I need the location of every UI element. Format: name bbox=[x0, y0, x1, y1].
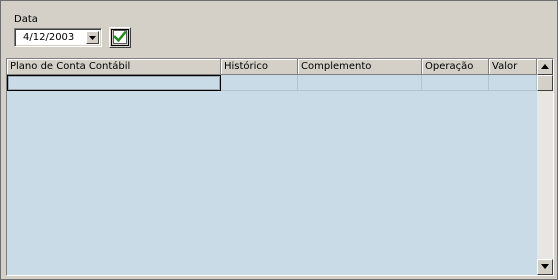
table-cell-valor[interactable] bbox=[489, 75, 537, 91]
column-header-complemento[interactable]: Complemento bbox=[298, 59, 422, 75]
column-header-historico[interactable]: Histórico bbox=[221, 59, 298, 75]
date-value[interactable]: 4/12/2003 bbox=[23, 32, 74, 44]
scrollbar-thumb[interactable] bbox=[537, 75, 553, 91]
entries-grid[interactable]: Plano de Conta Contábil Histórico Comple… bbox=[6, 58, 554, 276]
checkmark-icon bbox=[113, 30, 127, 44]
date-dropdown-button[interactable] bbox=[86, 31, 99, 44]
vertical-scrollbar[interactable] bbox=[537, 59, 553, 275]
table-cell-historico[interactable] bbox=[221, 75, 298, 91]
date-label: Data bbox=[14, 14, 38, 25]
chevron-down-icon bbox=[89, 36, 96, 40]
column-header-plano-de-conta[interactable]: Plano de Conta Contábil bbox=[7, 59, 221, 75]
arrow-down-icon bbox=[541, 264, 549, 269]
table-cell-operacao[interactable] bbox=[422, 75, 489, 91]
confirm-button[interactable] bbox=[109, 27, 131, 48]
scroll-up-button[interactable] bbox=[537, 59, 553, 75]
arrow-up-icon bbox=[541, 64, 549, 69]
table-cell-plano-de-conta[interactable] bbox=[7, 75, 221, 91]
table-row[interactable] bbox=[7, 75, 537, 91]
date-picker[interactable]: 4/12/2003 bbox=[14, 28, 102, 47]
column-header-operacao[interactable]: Operação bbox=[422, 59, 489, 75]
table-cell-complemento[interactable] bbox=[298, 75, 422, 91]
column-header-valor[interactable]: Valor bbox=[489, 59, 537, 75]
grid-header: Plano de Conta Contábil Histórico Comple… bbox=[7, 59, 537, 75]
form-window: Data 4/12/2003 Plano de Conta Contábil H… bbox=[0, 0, 558, 280]
scroll-down-button[interactable] bbox=[537, 259, 553, 275]
